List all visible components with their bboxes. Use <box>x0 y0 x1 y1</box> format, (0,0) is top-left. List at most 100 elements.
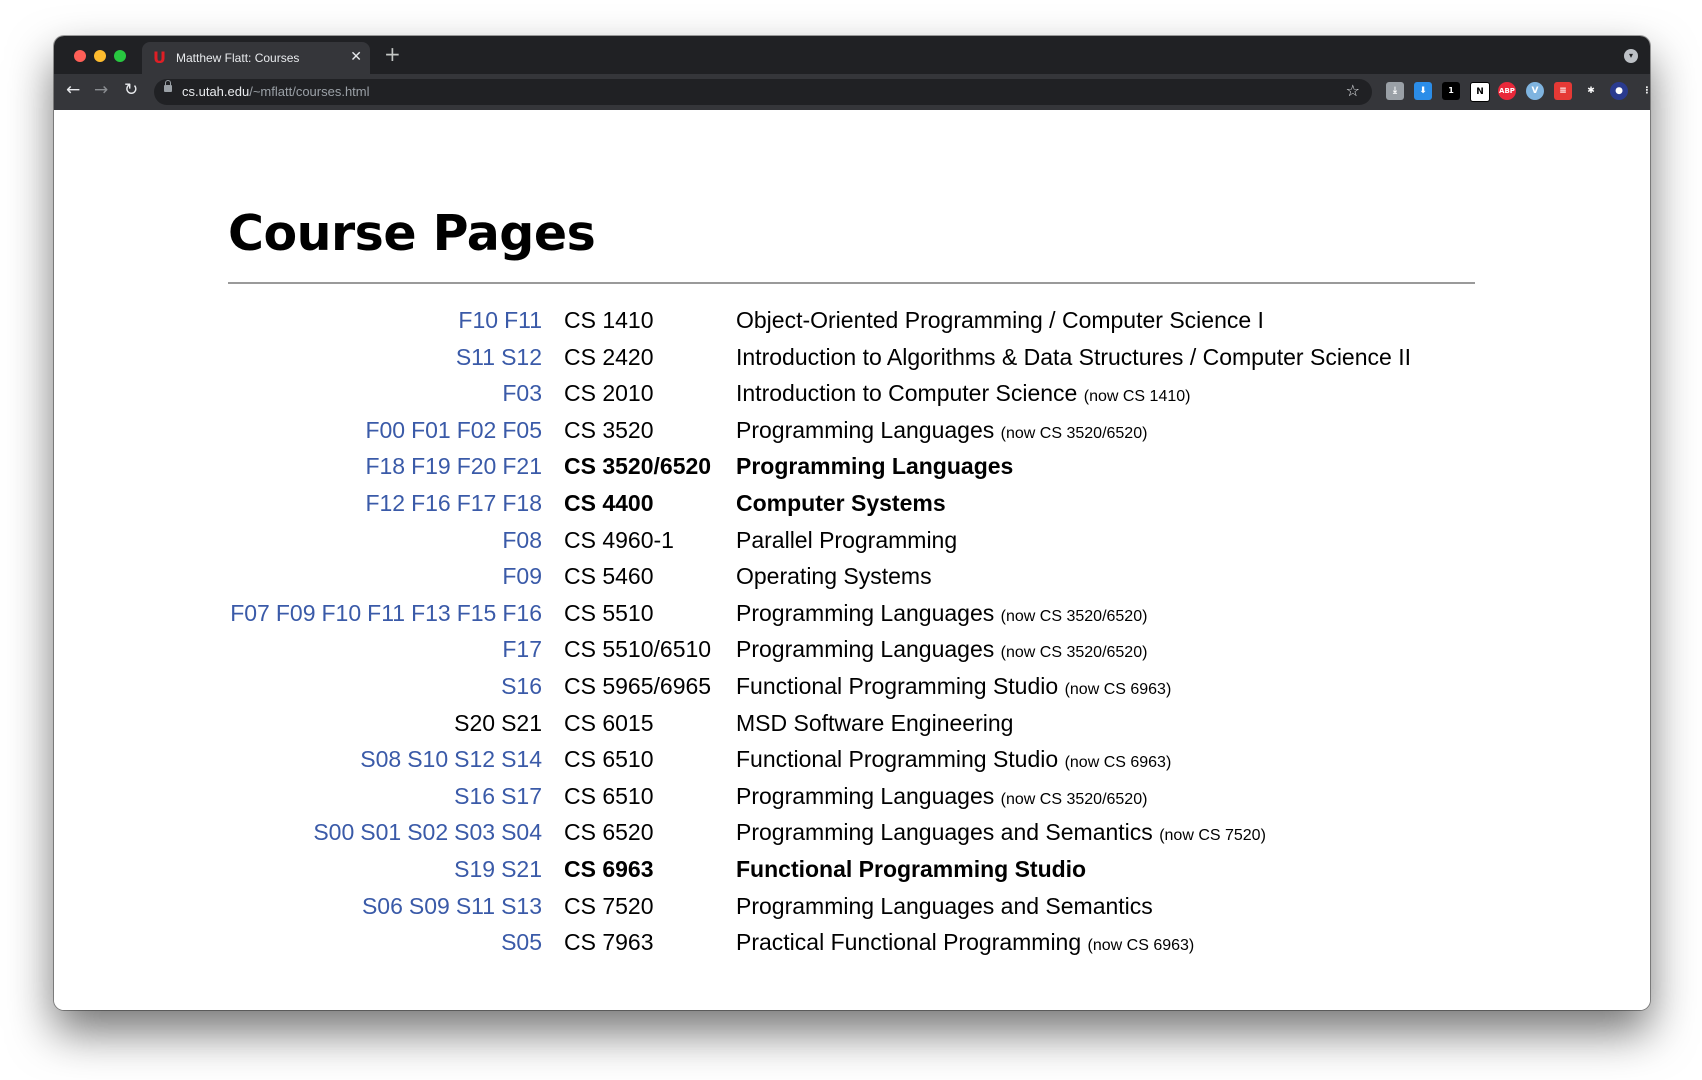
extensions-puzzle-icon[interactable]: ✱ <box>1582 82 1600 100</box>
course-code: CS 5965/6965 <box>564 672 712 699</box>
course-row: S16 S17 CS 6510 Programming Languages (now … <box>228 778 1518 815</box>
term-link[interactable]: S13 <box>501 893 542 919</box>
term-link[interactable]: F17 <box>502 636 542 662</box>
course-code: CS 5510 <box>564 599 654 626</box>
browser-window: U Matthew Flatt: Courses ✕ + ▾ ← → ↻ cs.… <box>54 36 1650 1010</box>
page-content: Course Pages F10 F11 CS 1410 Object-Oriente… <box>54 110 1650 1010</box>
term-link[interactable]: F17 <box>457 490 497 516</box>
tab-bar: U Matthew Flatt: Courses ✕ + ▾ <box>54 36 1650 74</box>
course-terms: S08 S10 S12 S14 <box>360 741 542 778</box>
utah-u-favicon-icon: U <box>153 48 166 67</box>
term-link[interactable]: F15 <box>457 600 497 626</box>
term-link[interactable]: S11 <box>456 893 495 919</box>
term-link[interactable]: S19 <box>454 856 495 882</box>
term-link[interactable]: F07 <box>230 600 270 626</box>
term-link[interactable]: F12 <box>365 490 405 516</box>
adblock-plus-icon[interactable]: ABP <box>1498 82 1516 100</box>
term-link[interactable]: F10 <box>322 600 362 626</box>
term-link[interactable]: F19 <box>411 453 451 479</box>
course-row: F03 CS 2010 Introduction to Computer Scien… <box>228 375 1518 412</box>
term-link[interactable]: S12 <box>501 344 542 370</box>
course-terms: S20 S21 <box>454 705 542 742</box>
course-description: Operating Systems <box>736 558 932 595</box>
term-link[interactable]: F11 <box>504 307 542 333</box>
bookmark-star-icon[interactable]: ☆ <box>1346 81 1360 100</box>
term-link[interactable]: S01 <box>360 819 401 845</box>
course-description: Functional Programming Studio <box>736 851 1086 888</box>
term-link[interactable]: F10 <box>458 307 498 333</box>
term-link[interactable]: F16 <box>502 600 542 626</box>
course-code: CS 2420 <box>564 343 654 370</box>
term-link[interactable]: S06 <box>362 893 403 919</box>
term-link[interactable]: S21 <box>501 856 542 882</box>
term-link[interactable]: F13 <box>411 600 451 626</box>
term-link[interactable]: F21 <box>502 453 542 479</box>
course-code: CS 7963 <box>564 929 654 956</box>
term-link[interactable]: F00 <box>365 417 405 443</box>
term-link[interactable]: S16 <box>501 673 542 699</box>
course-code: CS 6520 <box>564 819 654 846</box>
term-link[interactable]: F02 <box>457 417 497 443</box>
vimeo-extension-icon[interactable]: V <box>1526 82 1544 100</box>
term-link[interactable]: F09 <box>276 600 316 626</box>
downloader-icon[interactable]: ⬇ <box>1414 82 1432 100</box>
close-window-button[interactable] <box>74 50 86 62</box>
minimize-window-button[interactable] <box>94 50 106 62</box>
menu-icon[interactable]: ⋮ <box>1638 82 1650 100</box>
course-description: Practical Functional Programming (now CS… <box>736 924 1194 965</box>
term-link[interactable]: S09 <box>409 893 450 919</box>
course-name: Programming Languages and Semantics <box>736 892 1153 919</box>
term-link[interactable]: F18 <box>502 490 542 516</box>
new-tab-button[interactable]: + <box>384 44 401 64</box>
course-name: Functional Programming Studio <box>736 746 1059 773</box>
url-text[interactable]: cs.utah.edu/~mflatt/courses.html <box>182 84 370 99</box>
term-link[interactable]: F16 <box>411 490 451 516</box>
term-link[interactable]: S08 <box>360 746 401 772</box>
term-link[interactable]: F01 <box>411 417 451 443</box>
term-link[interactable]: S12 <box>454 746 495 772</box>
course-row: F09 CS 5460 Operating Systems <box>228 558 1518 595</box>
media-extension-icon[interactable]: 1 <box>1442 82 1460 100</box>
course-terms: F09 <box>502 558 542 595</box>
term-link[interactable]: F09 <box>502 563 542 589</box>
lock-icon[interactable] <box>164 80 172 92</box>
notes-extension-icon[interactable]: ≡ <box>1554 82 1572 100</box>
page-title: Course Pages <box>228 205 596 262</box>
term-link[interactable]: F05 <box>502 417 542 443</box>
term-link[interactable]: S05 <box>501 929 542 955</box>
course-code: CS 3520/6520 <box>564 453 712 480</box>
term-link[interactable]: S14 <box>501 746 542 772</box>
maximize-window-button[interactable] <box>114 50 126 62</box>
term-link[interactable]: S10 <box>407 746 448 772</box>
course-row: S11 S12 CS 2420 Introduction to Algorithms … <box>228 339 1518 376</box>
back-button[interactable]: ← <box>66 80 80 100</box>
term-link[interactable]: F08 <box>502 527 542 553</box>
course-code: CS 4400 <box>564 489 654 516</box>
term-link[interactable]: S03 <box>454 819 495 845</box>
term-link[interactable]: S11 <box>456 344 495 370</box>
close-tab-icon[interactable]: ✕ <box>350 49 362 65</box>
tab-search-icon[interactable]: ▾ <box>1624 49 1638 63</box>
course-description: Programming Languages and Semantics (now… <box>736 814 1266 855</box>
term-link[interactable]: S17 <box>501 783 542 809</box>
course-description: Parallel Programming <box>736 522 957 559</box>
term-link[interactable]: F20 <box>457 453 497 479</box>
term-link[interactable]: F18 <box>365 453 405 479</box>
term-link[interactable]: F11 <box>367 600 405 626</box>
term-link[interactable]: S04 <box>501 819 542 845</box>
term-link[interactable]: S02 <box>407 819 448 845</box>
title-divider <box>228 282 1475 284</box>
term-link[interactable]: S16 <box>454 783 495 809</box>
forward-button[interactable]: → <box>94 80 108 100</box>
download-manager-icon[interactable]: ⤓ <box>1386 82 1404 100</box>
term-link[interactable]: S00 <box>313 819 354 845</box>
address-bar[interactable]: cs.utah.edu/~mflatt/courses.html ☆ <box>154 79 1372 105</box>
notion-icon[interactable]: N <box>1470 82 1490 102</box>
reload-button[interactable]: ↻ <box>124 80 138 100</box>
course-code: CS 4960-1 <box>564 526 674 553</box>
tab-title: Matthew Flatt: Courses <box>176 51 300 65</box>
tab-courses[interactable]: U Matthew Flatt: Courses ✕ <box>142 42 370 74</box>
term-link[interactable]: F03 <box>502 380 542 406</box>
course-note: (now CS 1410) <box>1083 388 1191 406</box>
profile-avatar-icon[interactable]: ● <box>1610 82 1628 100</box>
